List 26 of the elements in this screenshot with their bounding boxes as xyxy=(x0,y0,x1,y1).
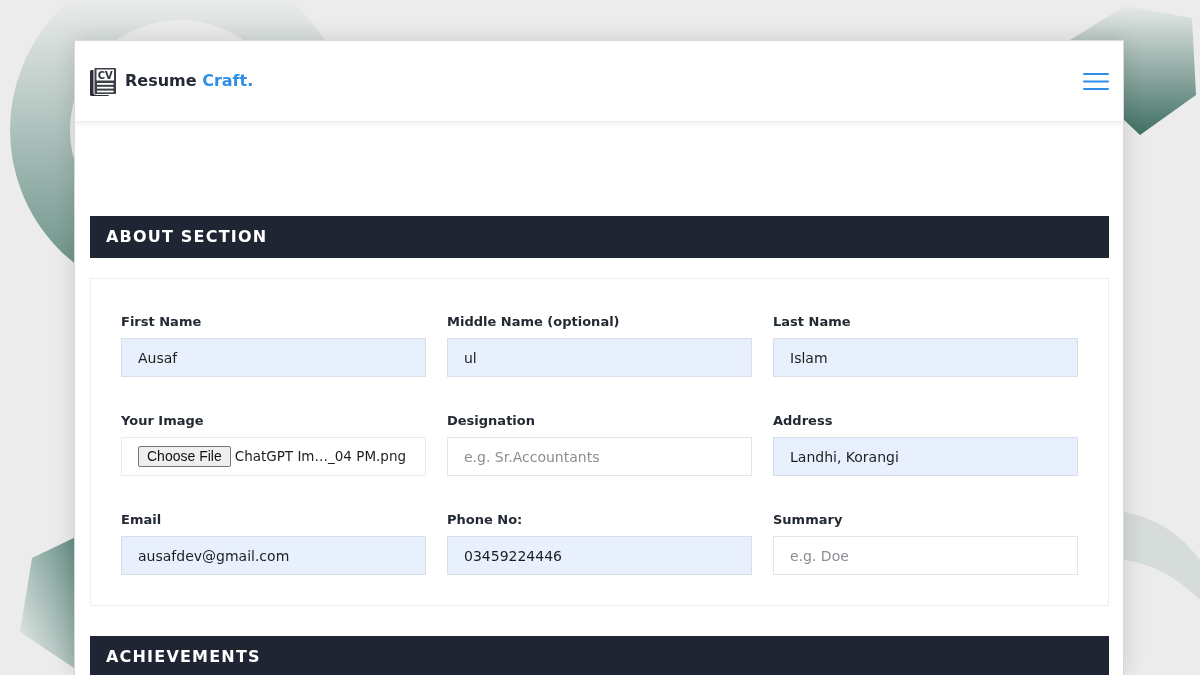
menu-icon xyxy=(1083,72,1109,90)
text-input[interactable]: Islam xyxy=(773,338,1078,377)
text-input[interactable]: Landhi, Korangi xyxy=(773,437,1078,476)
field-label: Phone No: xyxy=(447,511,523,529)
field-label: First Name xyxy=(121,313,202,331)
section-title: ABOUT SECTION xyxy=(106,226,268,248)
text-input[interactable]: ausafdev@gmail.com xyxy=(121,536,426,575)
field-label: Designation xyxy=(447,412,535,430)
field-label: Summary xyxy=(773,511,843,529)
field-label: Last Name xyxy=(773,313,851,331)
field-label: Email xyxy=(121,511,162,529)
file-name-text: ChatGPT Im…_04 PM.png xyxy=(234,447,407,467)
text-input[interactable]: e.g. Doe xyxy=(773,536,1078,575)
choose-file-button[interactable]: Choose File xyxy=(138,446,231,467)
field-label: Address xyxy=(773,412,833,430)
text-input[interactable]: 03459224446 xyxy=(447,536,752,575)
menu-button[interactable] xyxy=(1083,72,1109,90)
text-input[interactable]: Ausaf xyxy=(121,338,426,377)
brand-logo-text: Resume Craft. xyxy=(125,70,254,92)
text-input[interactable]: ul xyxy=(447,338,752,377)
resume-document-icon: CV xyxy=(90,66,117,96)
section-title: ACHIEVEMENTS xyxy=(106,646,261,668)
field-label: Middle Name (optional) xyxy=(447,313,620,331)
text-input[interactable]: e.g. Sr.Accountants xyxy=(447,437,752,476)
field-label: Your Image xyxy=(121,412,204,430)
file-input[interactable]: Choose File ChatGPT Im…_04 PM.png xyxy=(121,437,426,476)
